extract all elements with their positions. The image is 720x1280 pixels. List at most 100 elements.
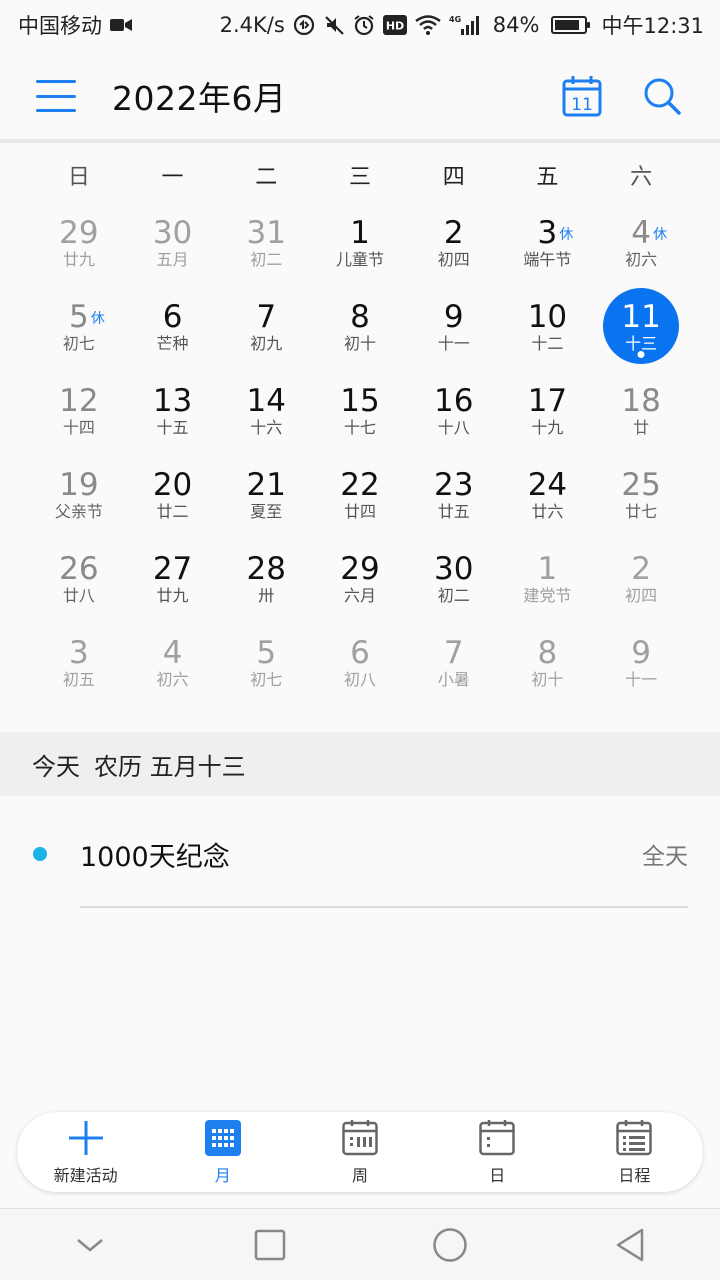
lunar-date: 初七 bbox=[62, 333, 95, 353]
page-title[interactable]: 2022年6月 bbox=[112, 72, 524, 120]
day-number: 3 bbox=[68, 634, 89, 671]
day-cell[interactable]: 12 十四 bbox=[32, 368, 126, 452]
day-cell[interactable]: 2 初四 bbox=[594, 536, 688, 620]
weekday-mon: 一 bbox=[161, 165, 184, 190]
nav-home-button[interactable] bbox=[420, 1215, 480, 1275]
day-cell[interactable]: 9 十一 bbox=[407, 284, 501, 368]
day-cell[interactable]: 19 父亲节 bbox=[32, 452, 126, 536]
day-number: 30 bbox=[152, 214, 193, 251]
day-cell[interactable]: 8 初十 bbox=[313, 284, 407, 368]
lunar-date: 卅 bbox=[258, 585, 275, 605]
day-cell[interactable]: 4 初六 bbox=[126, 620, 220, 704]
day-cell[interactable]: 15 十七 bbox=[313, 368, 407, 452]
day-cell[interactable]: 13 十五 bbox=[126, 368, 220, 452]
day-cell[interactable]: 25 廿七 bbox=[594, 452, 688, 536]
lunar-date: 初四 bbox=[437, 249, 470, 269]
event-title: 1000天纪念 bbox=[80, 841, 230, 873]
day-number: 24 bbox=[527, 466, 568, 503]
lunar-date: 初十 bbox=[343, 333, 376, 353]
tab-agenda[interactable]: 日程 bbox=[566, 1112, 703, 1192]
tab-label: 周 bbox=[351, 1166, 368, 1185]
day-number: 5 bbox=[256, 634, 277, 671]
lunar-date: 十七 bbox=[343, 417, 376, 437]
day-cell[interactable]: 3 端午节 休 bbox=[501, 200, 595, 284]
day-cell[interactable]: 6 初八 bbox=[313, 620, 407, 704]
today-button[interactable]: 11 bbox=[560, 74, 604, 118]
day-cell[interactable]: 5 初七 休 bbox=[32, 284, 126, 368]
lunar-date: 初六 bbox=[156, 669, 189, 689]
day-cell-today[interactable]: 11 十三 bbox=[594, 284, 688, 368]
day-cell[interactable]: 5 初七 bbox=[219, 620, 313, 704]
day-number: 29 bbox=[340, 550, 380, 587]
day-number: 9 bbox=[443, 298, 464, 335]
event-divider bbox=[80, 906, 688, 908]
event-item[interactable]: 1000天纪念 全天 bbox=[0, 808, 720, 900]
day-cell[interactable]: 8 初十 bbox=[501, 620, 595, 704]
day-cell[interactable]: 10 十二 bbox=[501, 284, 595, 368]
day-cell[interactable]: 20 廿二 bbox=[126, 452, 220, 536]
day-cell[interactable]: 30 初二 bbox=[407, 536, 501, 620]
day-number: 21 bbox=[246, 466, 286, 503]
data-saver-icon bbox=[293, 14, 315, 36]
day-cell[interactable]: 22 廿四 bbox=[313, 452, 407, 536]
day-number: 3 bbox=[537, 214, 558, 251]
day-cell[interactable]: 21 夏至 bbox=[219, 452, 313, 536]
day-number: 20 bbox=[152, 466, 193, 503]
day-cell[interactable]: 2 初四 bbox=[407, 200, 501, 284]
day-cell[interactable]: 7 初九 bbox=[219, 284, 313, 368]
day-cell[interactable]: 1 儿童节 bbox=[313, 200, 407, 284]
day-cell[interactable]: 29 廿九 bbox=[32, 200, 126, 284]
status-bar: 中国移动 2.4K/s HD 4G 84% 中午12:31 bbox=[0, 0, 720, 50]
battery-icon bbox=[551, 16, 591, 34]
day-cell[interactable]: 16 十八 bbox=[407, 368, 501, 452]
day-number: 4 bbox=[162, 634, 183, 671]
signal-4g-icon: 4G bbox=[449, 14, 485, 36]
day-cell[interactable]: 17 十九 bbox=[501, 368, 595, 452]
mute-icon bbox=[323, 14, 345, 36]
menu-icon[interactable] bbox=[36, 80, 76, 112]
day-number: 15 bbox=[340, 382, 380, 419]
weekday-fri: 五 bbox=[536, 165, 559, 190]
tab-day[interactable]: 日 bbox=[429, 1112, 566, 1192]
lunar-date: 十一 bbox=[625, 669, 658, 689]
tab-week[interactable]: 周 bbox=[291, 1112, 428, 1192]
day-number: 12 bbox=[59, 382, 99, 419]
tab-new-event[interactable]: 新建活动 bbox=[17, 1112, 154, 1192]
nav-back-button[interactable] bbox=[600, 1215, 660, 1275]
day-cell[interactable]: 4 初六 休 bbox=[594, 200, 688, 284]
day-cell[interactable]: 26 廿八 bbox=[32, 536, 126, 620]
day-number: 1 bbox=[537, 550, 558, 587]
day-cell[interactable]: 30 五月 bbox=[126, 200, 220, 284]
day-cell[interactable]: 24 廿六 bbox=[501, 452, 595, 536]
day-number: 13 bbox=[152, 382, 193, 419]
video-camera-icon bbox=[110, 17, 132, 33]
day-cell[interactable]: 28 卅 bbox=[219, 536, 313, 620]
lunar-date: 廿五 bbox=[437, 501, 470, 521]
lunar-date: 十八 bbox=[437, 417, 470, 437]
day-cell[interactable]: 18 廿 bbox=[594, 368, 688, 452]
day-number: 11 bbox=[621, 298, 661, 335]
day-cell[interactable]: 14 十六 bbox=[219, 368, 313, 452]
day-cell[interactable]: 23 廿五 bbox=[407, 452, 501, 536]
nav-hide-button[interactable] bbox=[60, 1215, 120, 1275]
nav-recents-button[interactable] bbox=[240, 1215, 300, 1275]
day-cell[interactable]: 6 芒种 bbox=[126, 284, 220, 368]
search-button[interactable] bbox=[640, 74, 684, 118]
lunar-date: 小暑 bbox=[437, 669, 470, 689]
lunar-date: 初九 bbox=[250, 333, 283, 353]
weekday-sat: 六 bbox=[630, 165, 653, 190]
day-cell[interactable]: 3 初五 bbox=[32, 620, 126, 704]
day-number: 16 bbox=[433, 382, 474, 419]
day-number: 8 bbox=[350, 298, 370, 335]
day-cell[interactable]: 7 小暑 bbox=[407, 620, 501, 704]
tab-label: 日 bbox=[489, 1166, 506, 1185]
day-cell[interactable]: 27 廿九 bbox=[126, 536, 220, 620]
day-cell[interactable]: 31 初二 bbox=[219, 200, 313, 284]
day-cell[interactable]: 29 六月 bbox=[313, 536, 407, 620]
tab-month[interactable]: 月 bbox=[154, 1112, 291, 1192]
day-number: 29 bbox=[59, 214, 99, 251]
weekday-header: 日 一 二 三 四 五 六 bbox=[32, 150, 688, 200]
day-cell[interactable]: 1 建党节 bbox=[501, 536, 595, 620]
svg-text:HD: HD bbox=[386, 20, 404, 33]
day-cell[interactable]: 9 十一 bbox=[594, 620, 688, 704]
